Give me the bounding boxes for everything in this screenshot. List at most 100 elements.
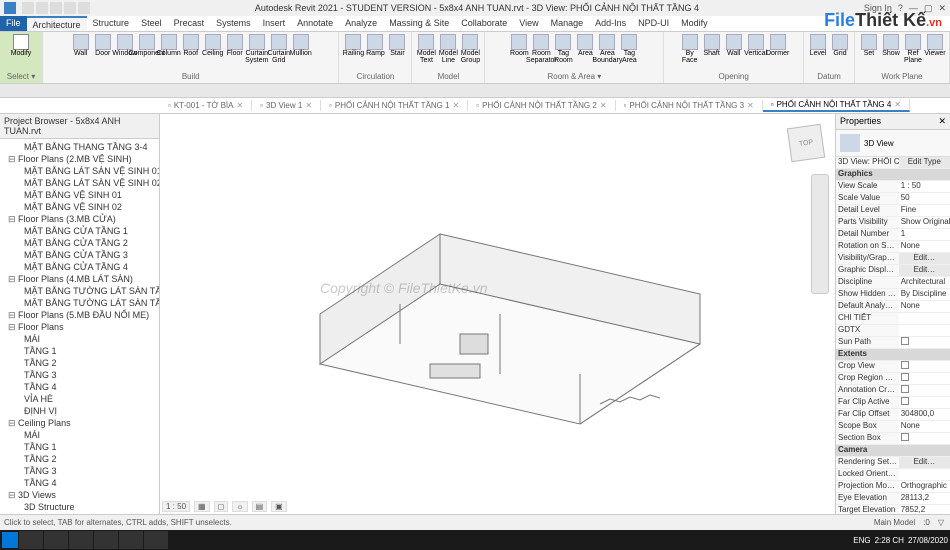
view-tab[interactable]: ▫3D View 1✕ <box>252 100 321 111</box>
tree-item[interactable]: TẦNG 3 <box>2 465 157 477</box>
view-tab[interactable]: ▫PHỐI CẢNH NỘI THẤT TẦNG 1✕ <box>321 100 468 111</box>
tool-set[interactable]: Set <box>859 34 879 66</box>
ribbon-tab-file[interactable]: File <box>0 16 27 31</box>
prop-row[interactable]: Detail Number1 <box>836 229 950 241</box>
tool-roof[interactable]: Roof <box>181 34 201 66</box>
tree-group[interactable]: 3D Views <box>2 489 157 501</box>
tab-close-icon[interactable]: ✕ <box>747 101 754 110</box>
tool-level[interactable]: Level <box>808 34 828 66</box>
prop-row[interactable]: Sun Path <box>836 337 950 349</box>
tool-component[interactable]: Component <box>137 34 157 66</box>
tool-modelgroup[interactable]: Model Group <box>460 34 480 66</box>
tree-item[interactable]: TẦNG 3 <box>2 369 157 381</box>
project-tree[interactable]: MẶT BẰNG THANG TẦNG 3-4Floor Plans (2.MB… <box>0 139 159 514</box>
tool-dormer[interactable]: Dormer <box>768 34 788 66</box>
view-tab[interactable]: ▫PHỐI CẢNH NỘI THẤT TẦNG 4✕ <box>763 99 910 112</box>
tree-item[interactable]: MẶT BẰNG CỬA TẦNG 4 <box>2 261 157 273</box>
ribbon-tab-massingsite[interactable]: Massing & Site <box>383 16 455 31</box>
prop-row[interactable]: Visibility/Grap…Edit… <box>836 253 950 265</box>
tool-stair[interactable]: Stair <box>387 34 407 66</box>
shadows-icon[interactable]: ▤ <box>252 501 268 512</box>
tool-show[interactable]: Show <box>881 34 901 66</box>
qat-undo-icon[interactable] <box>50 2 62 14</box>
tree-item[interactable]: TẦNG 1 <box>2 441 157 453</box>
tool-curtaingrid[interactable]: Curtain Grid <box>269 34 289 66</box>
properties-instance-selector[interactable]: 3D View: PHỐI CẢNH ▾ Edit Type <box>836 157 950 169</box>
tool-shaft[interactable]: Shaft <box>702 34 722 66</box>
tool-tagarea[interactable]: Tag Area <box>619 34 639 66</box>
tab-close-icon[interactable]: ✕ <box>453 101 460 110</box>
prop-row[interactable]: Eye Elevation28113,2 <box>836 493 950 505</box>
tray-lang[interactable]: ENG <box>853 536 870 545</box>
tree-group[interactable]: Floor Plans (5.MB ĐẦU NỐI ME) <box>2 309 157 321</box>
ribbon-tab-view[interactable]: View <box>513 16 544 31</box>
tree-item[interactable]: MẶT BẰNG CỬA TẦNG 1 <box>2 225 157 237</box>
ribbon-tab-insert[interactable]: Insert <box>257 16 292 31</box>
tab-close-icon[interactable]: ✕ <box>600 101 607 110</box>
qat-redo-icon[interactable] <box>64 2 76 14</box>
tree-item[interactable]: TẦNG 2 <box>2 453 157 465</box>
ribbon-tab-modify[interactable]: Modify <box>675 16 714 31</box>
prop-row[interactable]: Default Analy…None <box>836 301 950 313</box>
ribbon-tab-precast[interactable]: Precast <box>168 16 211 31</box>
qat-print-icon[interactable] <box>78 2 90 14</box>
tab-close-icon[interactable]: ✕ <box>894 100 901 109</box>
start-button[interactable] <box>2 532 18 548</box>
ribbon-tab-analyze[interactable]: Analyze <box>339 16 383 31</box>
ribbon-tab-architecture[interactable]: Architecture <box>27 16 87 31</box>
filter-icon[interactable]: ▽ <box>936 518 946 527</box>
tool-railing[interactable]: Railing <box>343 34 363 66</box>
status-model[interactable]: Main Model <box>872 518 917 527</box>
sun-path-icon[interactable]: ☼ <box>232 501 247 512</box>
tree-item[interactable]: MẶT BẰNG TƯỜNG LÁT SÀN TẦNG 1 <box>2 285 157 297</box>
prop-row[interactable]: Show Hidden …By Discipline <box>836 289 950 301</box>
tool-door[interactable]: Door <box>93 34 113 66</box>
tool-modelline[interactable]: Model Line <box>438 34 458 66</box>
tree-item[interactable]: ĐỊNH VỊ <box>2 405 157 417</box>
detail-level-icon[interactable]: ▦ <box>194 501 210 512</box>
tree-item[interactable]: TẦNG 2 <box>2 357 157 369</box>
properties-palette[interactable]: Properties ✕ 3D View 3D View: PHỐI CẢNH … <box>835 114 950 514</box>
tree-item[interactable]: MÁI <box>2 333 157 345</box>
tool-areaboundary[interactable]: Area Boundary <box>597 34 617 66</box>
tree-item[interactable]: MẶT BẰNG VỆ SINH 02 <box>2 201 157 213</box>
project-browser[interactable]: Project Browser - 5x8x4 ANH TUAN.rvt MẶT… <box>0 114 160 514</box>
view-tab[interactable]: ▫PHỐI CẢNH NỘI THẤT TẦNG 2✕ <box>468 100 615 111</box>
ribbon-tab-structure[interactable]: Structure <box>87 16 136 31</box>
tool-grid[interactable]: Grid <box>830 34 850 66</box>
tree-item[interactable]: MẶT BẰNG CỬA TẦNG 3 <box>2 249 157 261</box>
tool-viewer[interactable]: Viewer <box>925 34 945 66</box>
tree-group[interactable]: Floor Plans <box>2 321 157 333</box>
prop-row[interactable]: Section Box <box>836 433 950 445</box>
tree-item[interactable]: MẶT BẰNG TƯỜNG LÁT SÀN TẦNG 2 <box>2 297 157 309</box>
prop-row[interactable]: Parts VisibilityShow Original <box>836 217 950 229</box>
ribbon-tab-npdui[interactable]: NPD-UI <box>632 16 675 31</box>
tree-item[interactable]: MẶT BẰNG LÁT SÀN VỆ SINH 02 <box>2 177 157 189</box>
prop-row[interactable]: Crop View <box>836 361 950 373</box>
tool-ceiling[interactable]: Ceiling <box>203 34 223 66</box>
tool-roomseparator[interactable]: Room Separator <box>531 34 551 66</box>
tool-mullion[interactable]: Mullion <box>291 34 311 66</box>
prop-row[interactable]: CHI TIẾT <box>836 313 950 325</box>
prop-row[interactable]: Detail LevelFine <box>836 205 950 217</box>
tree-item[interactable]: TẦNG 4 <box>2 381 157 393</box>
tree-item[interactable]: VỈA HÈ <box>2 393 157 405</box>
tree-group[interactable]: Ceiling Plans <box>2 417 157 429</box>
prop-row[interactable]: Projection Mo…Orthographic <box>836 481 950 493</box>
tab-close-icon[interactable]: ✕ <box>236 101 243 110</box>
prop-row[interactable]: Rotation on S…None <box>836 241 950 253</box>
prop-row[interactable]: GDTX <box>836 325 950 337</box>
tool-floor[interactable]: Floor <box>225 34 245 66</box>
tool-modeltext[interactable]: Model Text <box>416 34 436 66</box>
qat-save-icon[interactable] <box>36 2 48 14</box>
view-scale[interactable]: 1 : 50 <box>162 501 190 512</box>
view-tab[interactable]: ▫PHỐI CẢNH NỘI THẤT TẦNG 3✕ <box>616 100 763 111</box>
view-cube[interactable]: TOP <box>787 124 825 162</box>
tool-tagroom[interactable]: Tag Room <box>553 34 573 66</box>
windows-taskbar[interactable]: ENG 2:28 CH 27/08/2020 <box>0 530 950 550</box>
visual-style-icon[interactable]: ◻ <box>214 501 229 512</box>
tree-item[interactable]: MẶT BẰNG CỬA TẦNG 2 <box>2 237 157 249</box>
tree-item[interactable]: MẶT BẰNG THANG TẦNG 3-4 <box>2 141 157 153</box>
tool-wall[interactable]: Wall <box>724 34 744 66</box>
tree-group[interactable]: Floor Plans (4.MB LÁT SÀN) <box>2 273 157 285</box>
